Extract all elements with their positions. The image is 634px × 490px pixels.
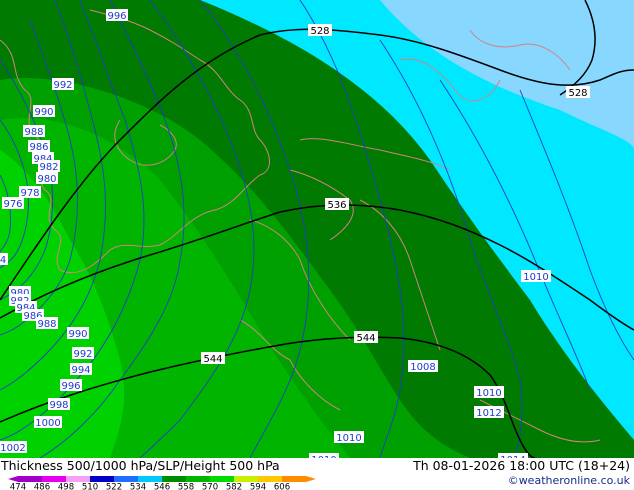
isobar-label: 980 xyxy=(37,174,56,185)
isobar-label: 1010 xyxy=(523,272,548,283)
isobar-label: 990 xyxy=(68,329,87,340)
isobar-label: 992 xyxy=(53,80,72,91)
scale-tick-label: 570 xyxy=(202,483,218,490)
scale-swatch xyxy=(234,476,258,482)
weather-map-frame: 996 992 990 988 986 984 982 980 978 976 … xyxy=(0,0,634,490)
credit-link[interactable]: ©weatheronline.co.uk xyxy=(508,474,630,487)
isobar-label: 1010 xyxy=(476,388,501,399)
scale-swatch xyxy=(114,476,138,482)
isobar-label: 988 xyxy=(24,127,43,138)
scale-swatch xyxy=(138,476,162,482)
scale-tick-label: 546 xyxy=(154,483,170,490)
scale-tick-label: 594 xyxy=(250,483,266,490)
color-scale: 474 486 498 510 522 534 546 558 570 582 594 606 xyxy=(8,476,316,490)
scale-tick-label: 498 xyxy=(58,483,74,490)
isobar-label: 1000 xyxy=(35,418,60,429)
isobar-label: 1010 xyxy=(336,433,361,444)
height-label: 536 xyxy=(327,200,346,211)
isobar-label: 1008 xyxy=(410,362,435,373)
map-footer: Thickness 500/1000 hPa/SLP/Height 500 hP… xyxy=(0,458,634,490)
scale-arrow-left xyxy=(8,476,18,482)
scale-tick-label: 534 xyxy=(130,483,146,490)
isobar-label: 986 xyxy=(29,142,48,153)
isobar-label: 1002 xyxy=(0,443,25,454)
scale-swatch xyxy=(18,476,42,482)
scale-swatch xyxy=(282,476,306,482)
scale-tick-label: 474 xyxy=(10,483,26,490)
isobar-label: 996 xyxy=(107,11,126,22)
isobar-label: 988 xyxy=(37,319,56,330)
scale-tick-label: 558 xyxy=(178,483,194,490)
height-label: 544 xyxy=(356,333,375,344)
isobar-label: 1012 xyxy=(476,408,501,419)
height-label: 544 xyxy=(203,354,222,365)
height-label: 528 xyxy=(310,26,329,37)
scale-swatch xyxy=(186,476,210,482)
scale-tick-label: 606 xyxy=(274,483,290,490)
isobar-label: 998 xyxy=(49,400,68,411)
scale-swatch xyxy=(90,476,114,482)
valid-time: Th 08-01-2026 18:00 UTC (18+24) xyxy=(413,458,630,473)
scale-swatch xyxy=(162,476,186,482)
height-label: 528 xyxy=(568,88,587,99)
isobar-label: 990 xyxy=(34,107,53,118)
scale-swatch xyxy=(210,476,234,482)
isobar-label: 992 xyxy=(73,349,92,360)
isobar-label: 4 xyxy=(0,255,6,266)
map-canvas: 996 992 990 988 986 984 982 980 978 976 … xyxy=(0,0,634,458)
scale-swatch xyxy=(258,476,282,482)
scale-tick-label: 510 xyxy=(82,483,98,490)
isobar-label: 996 xyxy=(61,381,80,392)
isobar-label: 976 xyxy=(3,199,22,210)
scale-swatch xyxy=(66,476,90,482)
scale-arrow-right xyxy=(306,476,316,482)
isobar-label: 982 xyxy=(39,162,58,173)
scale-tick-label: 522 xyxy=(106,483,122,490)
scale-swatch xyxy=(42,476,66,482)
scale-tick-label: 582 xyxy=(226,483,242,490)
isobar-label: 994 xyxy=(71,365,90,376)
scale-tick-label: 486 xyxy=(34,483,50,490)
map-title: Thickness 500/1000 hPa/SLP/Height 500 hP… xyxy=(1,458,280,473)
